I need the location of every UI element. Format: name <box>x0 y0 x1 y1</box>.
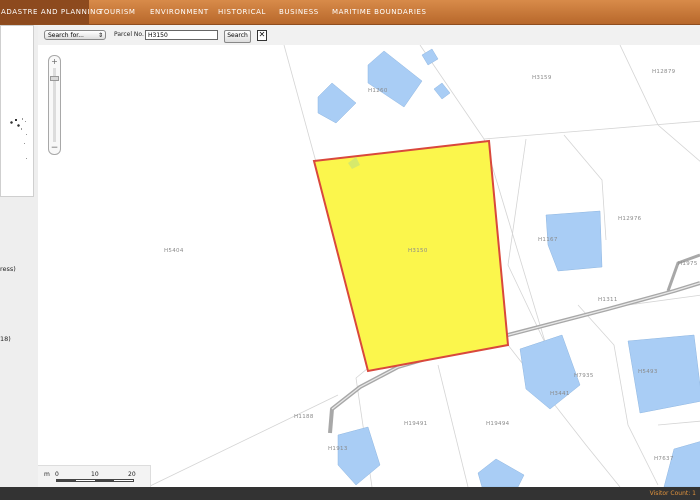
parcel-number-label: Parcel No. <box>114 31 144 38</box>
search-select-value: Search for... <box>48 32 84 39</box>
building <box>337 426 381 486</box>
zoom-out-button[interactable]: − <box>50 144 59 153</box>
parcel-number-input[interactable] <box>145 30 218 40</box>
map-layer: H3150 H1260 H3159 H12879 H5404 H12976 H1… <box>147 45 700 487</box>
tab-maritime-boundaries[interactable]: MARITIME BOUNDARIES <box>332 0 427 24</box>
parcel-label: H3441 <box>550 391 570 397</box>
scale-tick: 10 <box>91 471 99 478</box>
scale-tick: 0 <box>55 471 59 478</box>
top-navigation: ADASTRE AND PLANNING TOURISM ENVIRONMENT… <box>0 0 700 25</box>
zoom-slider-handle[interactable] <box>50 76 59 81</box>
scale-bar <box>56 479 134 482</box>
parcel-label: H19491 <box>404 421 427 427</box>
overview-map[interactable] <box>0 25 34 197</box>
overview-islands <box>10 118 27 159</box>
up-down-arrows-icon: ⇕ <box>97 32 103 39</box>
search-button[interactable]: Search <box>224 30 251 43</box>
building <box>477 458 525 487</box>
scale-unit: m <box>44 471 50 478</box>
tab-business[interactable]: BUSINESS <box>279 0 319 24</box>
tab-tourism[interactable]: TOURISM <box>99 0 136 24</box>
parcel-label: H12879 <box>652 69 676 75</box>
building <box>367 50 423 108</box>
zoom-in-button[interactable]: + <box>50 57 59 66</box>
parcel-label: H5493 <box>638 369 658 375</box>
parcel-label: H7935 <box>574 373 594 379</box>
parcel-label: H5404 <box>164 248 184 254</box>
zoom-control: + − <box>48 55 61 155</box>
selected-parcel[interactable] <box>312 139 510 373</box>
scale-tick: 20 <box>128 471 136 478</box>
close-box-icon[interactable]: ✕ <box>257 30 267 41</box>
search-toolbar: Search for... ⇕ Parcel No. Search ✕ <box>38 25 700 46</box>
parcel-label: H1188 <box>294 414 314 420</box>
building <box>317 82 357 124</box>
parcel-label: H3150 <box>408 248 428 254</box>
tab-environment[interactable]: ENVIRONMENT <box>150 0 209 24</box>
parcel-label: H3159 <box>532 75 552 81</box>
status-bar: Visitor Count: 1 <box>0 487 700 500</box>
sidebar-text-fragment: ress) <box>0 265 16 273</box>
parcel-label: H7637 <box>654 456 674 462</box>
map-canvas[interactable]: H3150 H1260 H3159 H12879 H5404 H12976 H1… <box>38 45 700 487</box>
tab-historical[interactable]: HISTORICAL <box>218 0 266 24</box>
parcel-label: H1975 <box>678 261 698 267</box>
search-type-select[interactable]: Search for... ⇕ <box>44 30 106 40</box>
left-panel: ress) 18) <box>0 25 39 487</box>
parcel-label: H1311 <box>598 297 618 303</box>
parcel-label: H19494 <box>486 421 510 427</box>
sidebar-text-fragment: 18) <box>0 335 11 343</box>
parcel-label: H1260 <box>368 88 388 94</box>
scale-bar-panel: m 0 10 20 <box>38 465 151 487</box>
parcel-label: H1913 <box>328 446 348 452</box>
visitor-count: Visitor Count: 1 <box>649 490 696 497</box>
parcel-label: H1167 <box>538 237 558 243</box>
parcel-label: H12976 <box>618 216 642 222</box>
building <box>663 441 700 487</box>
building <box>519 334 581 410</box>
tab-cadastre-planning[interactable]: ADASTRE AND PLANNING <box>0 0 101 24</box>
